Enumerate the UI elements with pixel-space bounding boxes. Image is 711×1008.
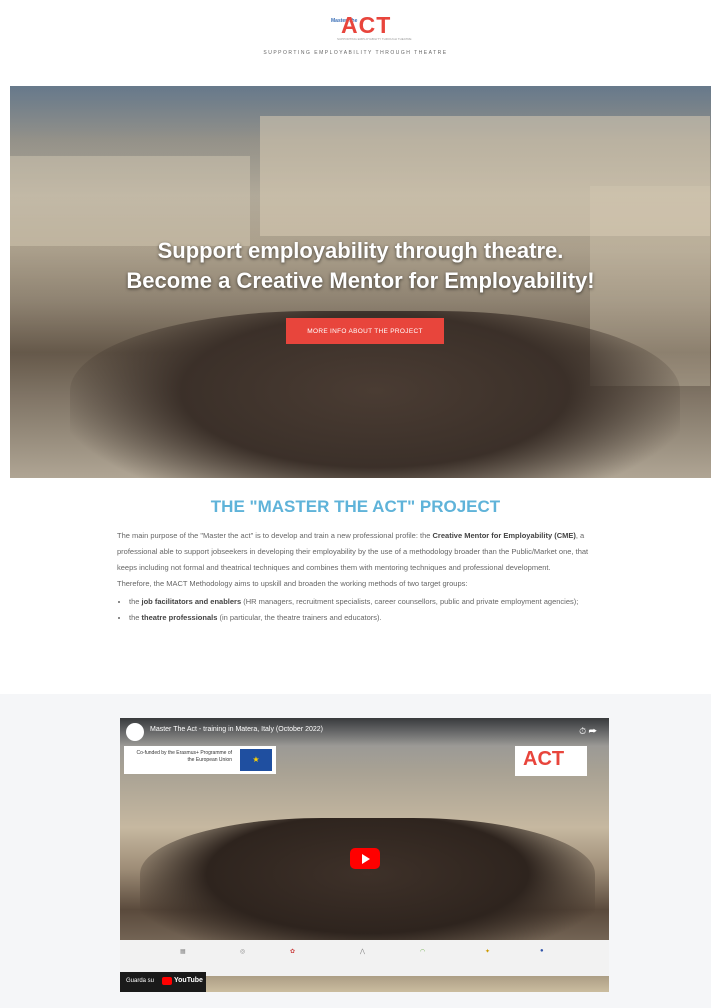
play-button[interactable] <box>350 848 380 869</box>
partner-logo: ✦ <box>485 949 491 955</box>
logo-subtitle: SUPPORTING EMPLOYABILITY THROUGH THEATRE <box>337 37 412 41</box>
youtube-icon <box>162 977 172 985</box>
p1-text-b: Creative Mentor for Employability (CME) <box>432 531 576 540</box>
hero-title-line-1: Support employability through theatre. <box>157 238 564 263</box>
partner-logo: ✿ <box>290 949 296 955</box>
list-item: the job facilitators and enablers (HR ma… <box>129 594 609 610</box>
watch-on-youtube-button[interactable]: Guarda su YouTube <box>120 972 206 992</box>
project-paragraph-1: The main purpose of the "Master the act"… <box>117 528 609 576</box>
partner-logo: ◠ <box>420 949 426 955</box>
logo-text: ACT <box>341 12 392 38</box>
li1-text-b: job facilitators and enablers <box>141 597 242 606</box>
share-icon[interactable]: ⏱ ➦ <box>579 726 597 737</box>
eu-flag-icon: ★ <box>240 749 272 771</box>
li2-text-c: (in particular, the theatre trainers and… <box>217 613 382 622</box>
video-act-logo-text: ACT <box>523 748 565 770</box>
site-header: Master The ACT SUPPORTING EMPLOYABILITY … <box>0 0 711 86</box>
p1-text-a: The main purpose of the "Master the act"… <box>117 531 433 540</box>
li1-text-c: (HR managers, recruitment specialists, c… <box>241 597 579 606</box>
li1-text-a: the <box>129 597 142 606</box>
hero-title: Support employability through theatre. B… <box>10 236 711 296</box>
video-topbar: Master The Act - training in Matera, Ita… <box>120 718 609 746</box>
eu-cofunded-text: Co-funded by the Erasmus+ Programme of t… <box>136 750 232 763</box>
project-description: The main purpose of the "Master the act"… <box>117 528 609 626</box>
hero-banner: Support employability through theatre. B… <box>10 86 711 478</box>
target-groups-list: the job facilitators and enablers (HR ma… <box>117 594 609 626</box>
act-logo[interactable]: Master The ACT SUPPORTING EMPLOYABILITY … <box>331 12 412 41</box>
partner-logos-strip: ▦ ◎ ✿ ⋀ ◠ ✦ ● <box>120 940 609 976</box>
site-tagline: SUPPORTING EMPLOYABILITY THROUGH THEATRE <box>263 50 448 56</box>
watch-on-label: Guarda su <box>126 978 155 984</box>
youtube-wordmark: YouTube <box>174 977 203 984</box>
more-info-button[interactable]: MORE INFO ABOUT THE PROJECT <box>286 318 444 344</box>
partner-logo: ● <box>540 948 544 954</box>
video-title[interactable]: Master The Act - training in Matera, Ita… <box>150 726 323 733</box>
project-title: THE "MASTER THE ACT" PROJECT <box>210 497 501 516</box>
eu-cofunded-badge: Co-funded by the Erasmus+ Programme of t… <box>124 746 276 774</box>
video-act-logo: ACT <box>515 746 587 776</box>
hero-title-line-2: Become a Creative Mentor for Employabili… <box>126 268 595 293</box>
partner-logo: ⋀ <box>360 949 365 955</box>
project-paragraph-2: Therefore, the MACT Methodology aims to … <box>117 579 468 588</box>
li2-text-a: the <box>129 613 142 622</box>
hero-building <box>10 156 250 246</box>
channel-avatar[interactable] <box>126 723 144 741</box>
partner-logo: ◎ <box>240 949 246 955</box>
youtube-video-embed[interactable]: Master The Act - training in Matera, Ita… <box>120 718 609 992</box>
partner-logo: ▦ <box>180 949 186 955</box>
li2-text-b: theatre professionals <box>141 613 218 622</box>
list-item: the theatre professionals (in particular… <box>129 610 609 626</box>
video-group-photo <box>140 818 595 958</box>
